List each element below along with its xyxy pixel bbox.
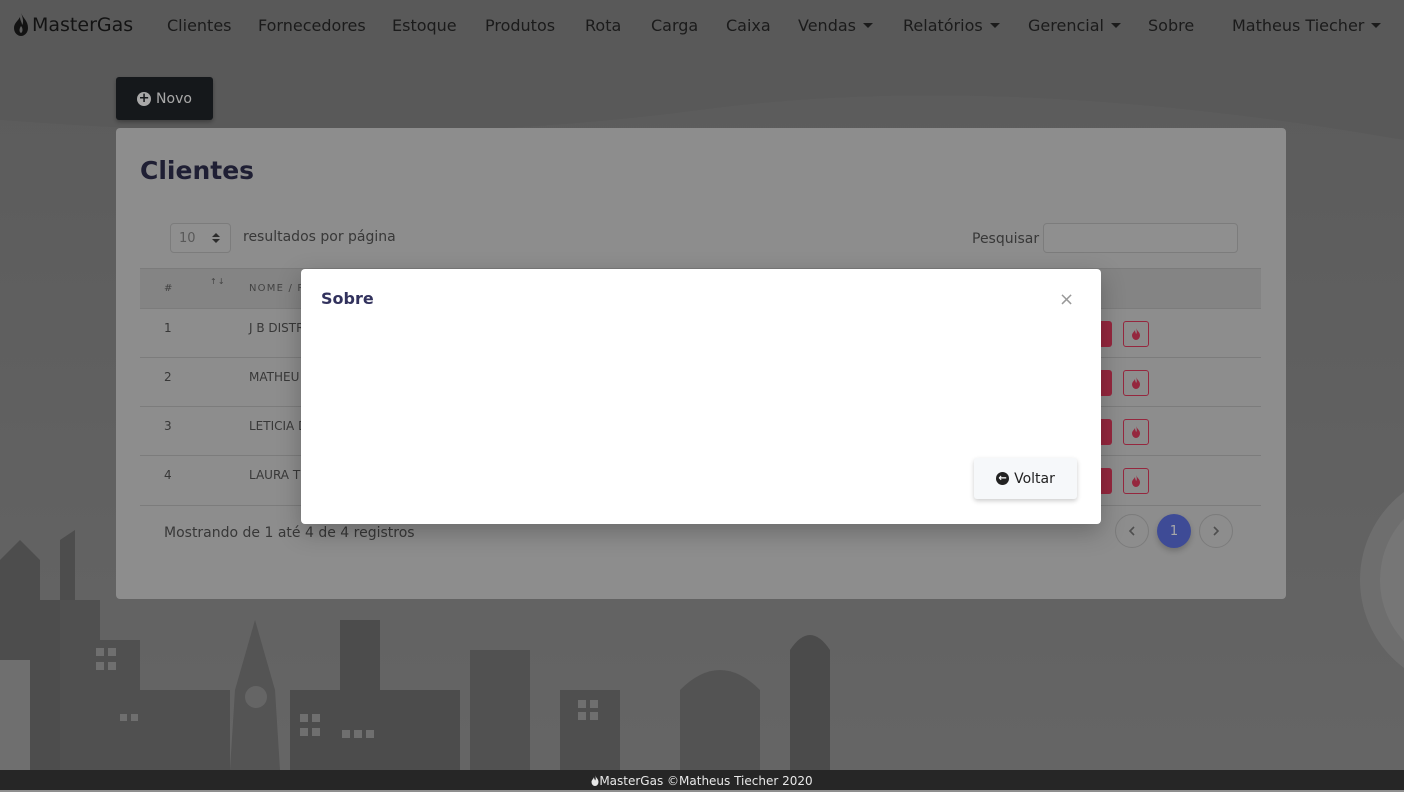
footer-text: MasterGas ©Matheus Tiecher 2020 [599, 774, 813, 788]
modal-title: Sobre [321, 289, 374, 308]
arrow-left-circle-icon: ← [996, 472, 1010, 485]
sobre-modal: Sobre × ← Voltar [301, 269, 1101, 524]
close-icon[interactable]: × [1059, 291, 1074, 309]
voltar-button-label: Voltar [1014, 470, 1055, 487]
footer: MasterGas ©Matheus Tiecher 2020 [0, 770, 1404, 790]
voltar-button[interactable]: ← Voltar [974, 458, 1077, 499]
